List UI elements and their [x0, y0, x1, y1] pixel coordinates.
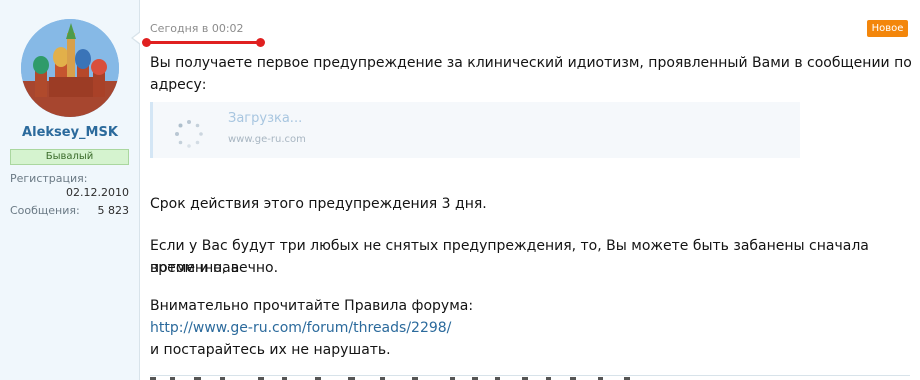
avatar-image — [21, 19, 119, 117]
avatar[interactable] — [21, 19, 119, 117]
message-line-1: Вы получаете первое предупреждение за кл… — [150, 55, 912, 71]
message-line-2: адресу: — [150, 77, 207, 93]
registration-date: 02.12.2010 — [66, 186, 129, 199]
link-preview-title: Загрузка... — [228, 111, 303, 126]
user-rank-badge: Бывалый — [10, 149, 129, 165]
signature-text-fragment — [150, 377, 630, 380]
rules-intro: Внимательно прочитайте Правила форума: — [150, 298, 474, 314]
warning-line-2: потом и навечно. — [150, 260, 279, 276]
link-preview-url: www.ge-ru.com — [228, 134, 306, 145]
messages-row: Сообщения: 5 823 — [10, 204, 129, 217]
messages-label: Сообщения: — [10, 204, 80, 217]
closing-text: и постарайтесь их не нарушать. — [150, 342, 391, 358]
username-link[interactable]: Aleksey_MSK — [0, 125, 140, 140]
annotation-end-dot — [256, 38, 265, 47]
rules-link[interactable]: http://www.ge-ru.com/forum/threads/2298/ — [150, 320, 451, 336]
annotation-start-dot — [142, 38, 151, 47]
red-underline-annotation — [146, 41, 262, 44]
loading-spinner-icon — [175, 120, 203, 148]
user-panel: Aleksey_MSK Бывалый Регистрация: 02.12.2… — [0, 0, 140, 380]
message-pointer-inner — [133, 32, 141, 44]
registration-label: Регистрация: — [10, 172, 88, 185]
post-date[interactable]: Сегодня в 00:02 — [150, 22, 244, 35]
new-badge: Новое — [867, 20, 908, 37]
rules-link-row: http://www.ge-ru.com/forum/threads/2298/ — [150, 317, 451, 339]
messages-count: 5 823 — [97, 204, 130, 217]
expiry-text: Срок действия этого предупреждения 3 дня… — [150, 196, 487, 212]
link-preview[interactable]: Загрузка... www.ge-ru.com — [150, 102, 800, 158]
